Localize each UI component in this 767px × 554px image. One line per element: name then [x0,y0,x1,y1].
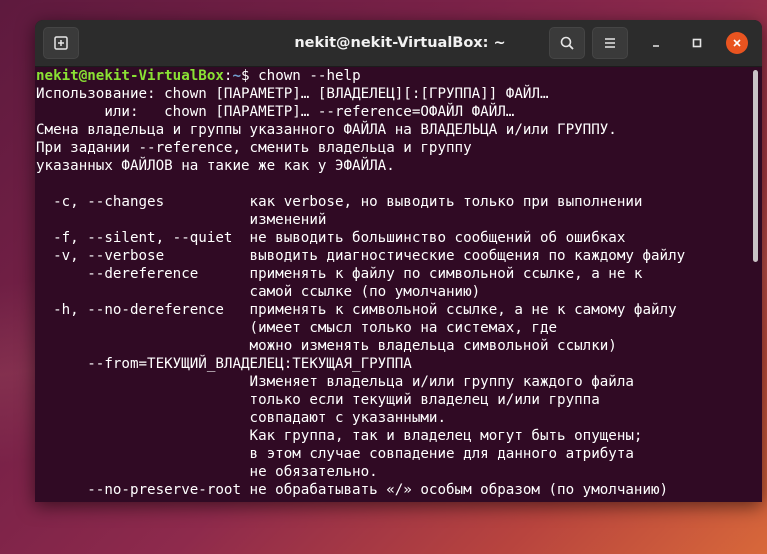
terminal-line: указанных ФАЙЛОВ на такие же как у ЭФАЙЛ… [36,158,395,174]
terminal-output[interactable]: nekit@nekit-VirtualBox:~$ chown --help И… [36,67,748,502]
window-title: nekit@nekit-VirtualBox: ~ [294,35,506,51]
terminal-line: (имеет смысл только на системах, где [36,320,558,336]
scrollbar-thumb[interactable] [753,70,758,262]
hamburger-menu-icon [605,38,615,48]
help-output: Использование: chown [ПАРАМЕТР]… [ВЛАДЕЛ… [36,85,748,499]
close-icon [733,39,741,47]
terminal-line: --from=ТЕКУЩИЙ_ВЛАДЕЛЕЦ:ТЕКУЩАЯ_ГРУППА [36,356,412,372]
new-tab-button[interactable] [43,27,79,59]
terminal-line: не обязательно. [36,464,378,480]
prompt-path: ~ [232,68,242,84]
terminal-line: можно изменять владельца символьной ссыл… [36,338,617,354]
terminal-line: -c, --changes как verbose, но выводить т… [36,194,643,210]
terminal-window: nekit@nekit-VirtualBox: ~ nekit@nekit-Vi… [35,20,762,502]
search-icon [560,36,574,50]
terminal-line: только если текущий владелец и/или групп… [36,392,600,408]
prompt-command: chown --help [258,68,361,84]
terminal-line: Изменяет владельца и/или группу каждого … [36,374,634,390]
terminal-line: Использование: chown [ПАРАМЕТР]… [ВЛАДЕЛ… [36,86,549,102]
terminal-line: --no-preserve-root не обрабатывать «/» о… [36,482,669,498]
terminal-line: Смена владельца и группы указанного ФАЙЛ… [36,122,617,138]
terminal-line: Как группа, так и владелец могут быть оп… [36,428,643,444]
maximize-button[interactable] [686,32,708,54]
terminal-line: -h, --no-dereference применять к символь… [36,302,677,318]
minimize-icon [653,45,659,47]
terminal-line: самой ссылке (по умолчанию) [36,284,481,300]
close-button[interactable] [726,32,748,54]
prompt-line: nekit@nekit-VirtualBox:~$ chown --help [36,67,748,85]
terminal-line: При задании --reference, сменить владель… [36,140,472,156]
terminal-line: --dereference применять к файлу по симво… [36,266,643,282]
menu-button[interactable] [592,27,628,59]
maximize-icon [692,38,702,48]
new-tab-icon [54,36,68,50]
terminal-line: или: chown [ПАРАМЕТР]… --reference=ОФАЙЛ… [36,104,515,120]
terminal-line: изменений [36,212,327,228]
minimize-button[interactable] [645,32,667,54]
terminal-line: совпадают с указанными. [36,410,446,426]
terminal-line: -v, --verbose выводить диагностические с… [36,248,686,264]
search-button[interactable] [549,27,585,59]
title-bar[interactable]: nekit@nekit-VirtualBox: ~ [35,20,762,67]
prompt-symbol: $ [241,68,259,84]
terminal-line: в этом случае совпадение для данного атр… [36,446,634,462]
prompt-user-host: nekit@nekit-VirtualBox [36,68,224,84]
terminal-line: -f, --silent, --quiet не выводить больши… [36,230,626,246]
